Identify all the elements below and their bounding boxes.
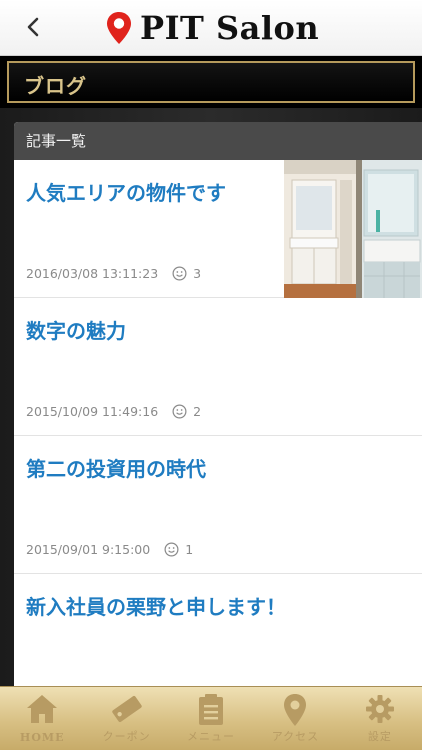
app-logo: PIT Salon <box>106 8 319 48</box>
chevron-left-icon <box>27 17 39 37</box>
smile-icon <box>172 266 187 281</box>
article-title: 新入社員の栗野と申します！ <box>26 595 286 619</box>
tab-home[interactable]: HOME <box>0 687 84 750</box>
home-icon <box>27 695 58 723</box>
tab-label: アクセス <box>271 730 320 743</box>
article-date: 2015/09/01 9:15:00 <box>26 542 151 557</box>
content-area: 記事一覧 人気エリアの物件です 2016/03/08 13:11:23 3 数字… <box>0 108 422 686</box>
tab-label: クーポン <box>102 730 151 743</box>
article-item[interactable]: 人気エリアの物件です 2016/03/08 13:11:23 3 <box>14 160 422 298</box>
panel-header: 記事一覧 <box>14 122 422 160</box>
article-title: 第二の投資用の時代 <box>26 457 206 481</box>
page-title: ブログ <box>24 74 87 98</box>
article-thumbnail <box>284 160 422 298</box>
tab-menu[interactable]: メニュー <box>169 687 253 750</box>
tab-label: 設定 <box>367 730 392 743</box>
back-button[interactable] <box>18 12 48 42</box>
app-bar: PIT Salon <box>0 0 422 56</box>
section-header: ブログ <box>0 56 422 108</box>
tab-settings[interactable]: 設定 <box>338 687 422 750</box>
tab-access[interactable]: アクセス <box>253 687 337 750</box>
app-title: PIT Salon <box>140 9 320 47</box>
tab-label: HOME <box>19 731 65 744</box>
gear-icon <box>365 695 394 723</box>
article-date: 2016/03/08 13:11:23 <box>26 266 159 281</box>
smile-icon <box>172 404 187 419</box>
article-item[interactable]: 第二の投資用の時代 2015/09/01 9:15:00 1 <box>14 436 422 574</box>
article-meta: 2015/09/01 9:15:00 1 <box>26 542 193 557</box>
like-count: 1 <box>185 542 194 557</box>
like-count: 3 <box>193 266 202 281</box>
tab-label: メニュー <box>187 730 236 743</box>
coupon-icon <box>111 696 142 722</box>
article-item[interactable]: 新入社員の栗野と申します！ <box>14 574 422 686</box>
like-count: 2 <box>193 404 202 419</box>
tab-coupon[interactable]: クーポン <box>84 687 168 750</box>
map-pin-icon <box>284 694 307 726</box>
article-item[interactable]: 数字の魅力 2015/10/09 11:49:16 2 <box>14 298 422 436</box>
bottom-tab-bar: HOME クーポン メニュー アクセス 設定 <box>0 686 422 750</box>
article-meta: 2015/10/09 11:49:16 2 <box>26 404 201 419</box>
article-title: 人気エリアの物件です <box>26 181 226 205</box>
menu-icon <box>199 694 224 725</box>
location-pin-logo-icon <box>107 12 131 44</box>
article-meta: 2016/03/08 13:11:23 3 <box>26 266 201 281</box>
section-frame: ブログ <box>7 61 415 103</box>
article-date: 2015/10/09 11:49:16 <box>26 404 159 419</box>
article-list-panel: 記事一覧 人気エリアの物件です 2016/03/08 13:11:23 3 数字… <box>14 122 422 686</box>
smile-icon <box>164 542 179 557</box>
article-title: 数字の魅力 <box>26 319 126 343</box>
